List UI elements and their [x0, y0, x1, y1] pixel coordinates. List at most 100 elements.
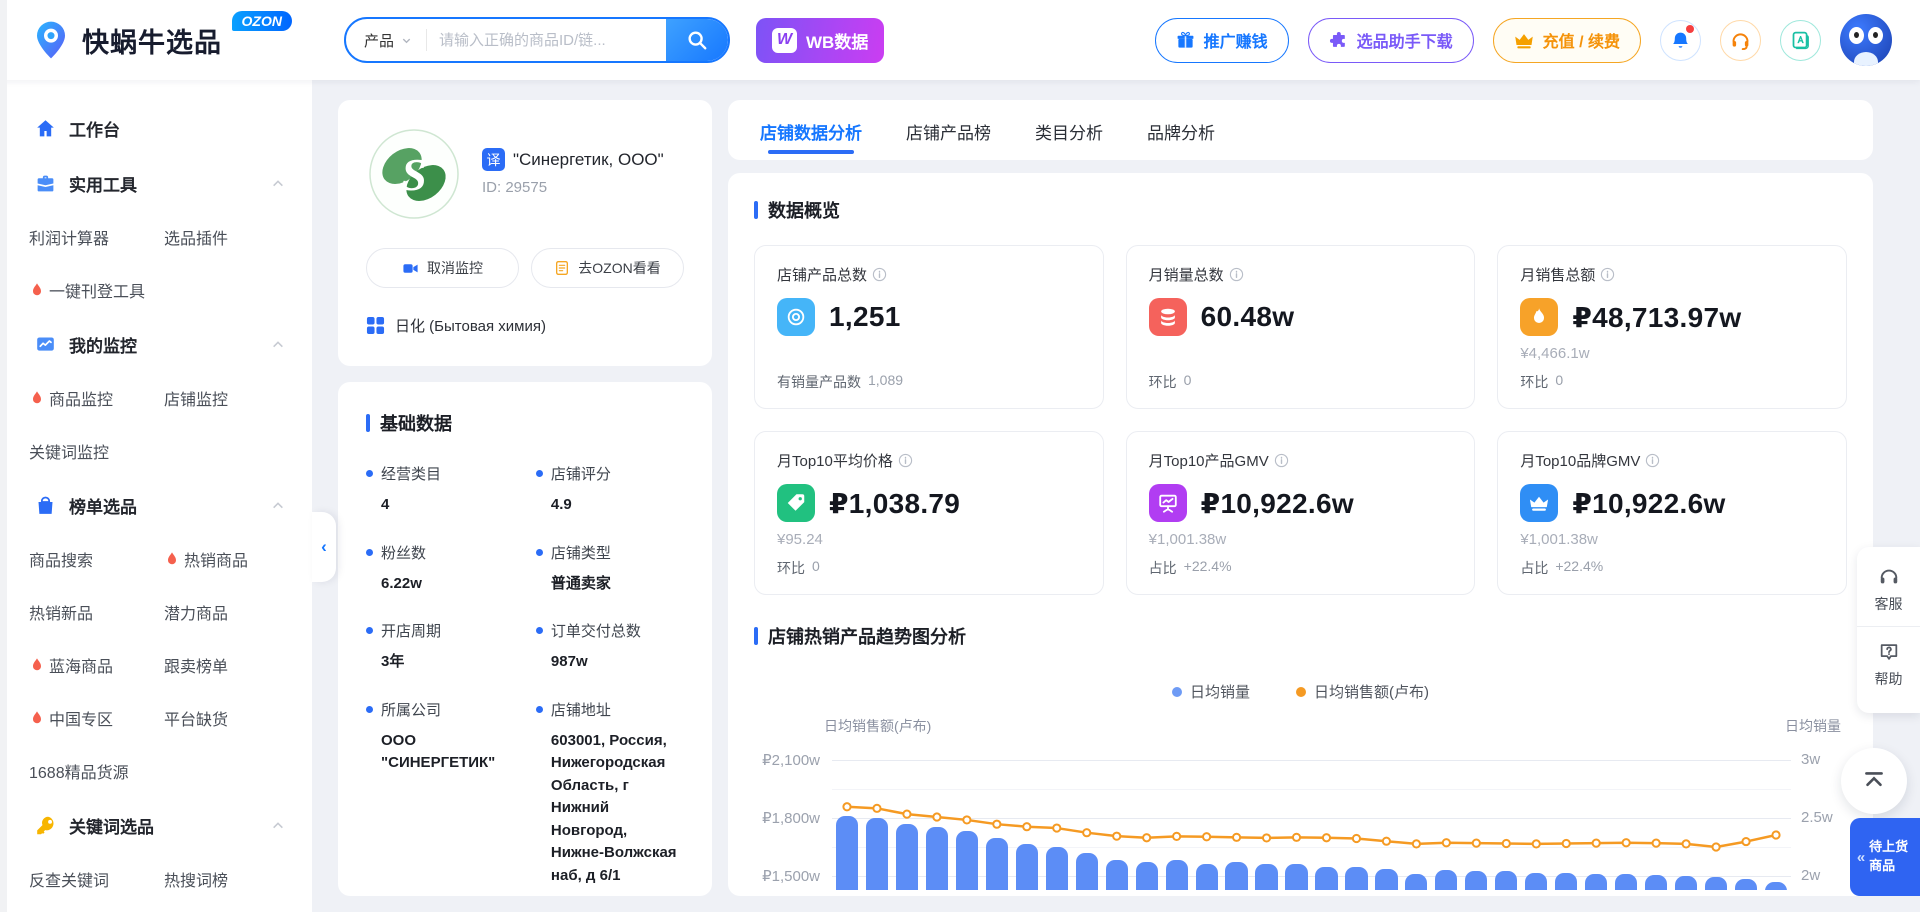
tab-brand-analysis[interactable]: 品牌分析	[1145, 119, 1217, 160]
chevron-up-icon[interactable]	[270, 176, 286, 192]
translate-dictionary-button[interactable]	[1780, 20, 1821, 61]
store-id: ID: 29575	[482, 179, 664, 196]
sidebar-item[interactable]: 关键词监控	[29, 439, 164, 463]
headset-icon	[1730, 30, 1751, 51]
customer-service-button[interactable]	[1720, 20, 1761, 61]
recharge-button[interactable]: 充值 / 续费	[1493, 18, 1641, 63]
legend-dot-icon	[1296, 687, 1306, 697]
target-icon	[777, 298, 815, 336]
basic-item-value: 3年	[381, 651, 526, 674]
sidebar-item[interactable]: 商品监控	[29, 386, 164, 410]
sidebar-item[interactable]: 跟卖榜单	[164, 653, 286, 677]
chevron-up-icon[interactable]	[270, 818, 286, 834]
stat-label: 店铺产品总数	[777, 264, 867, 285]
store-info-column: S 译 "Синергетик, ООО" ID: 29575 取消监控	[338, 100, 712, 896]
sidebar-item[interactable]: 潜力商品	[164, 600, 286, 624]
chevron-down-icon	[401, 35, 412, 46]
search-button[interactable]	[666, 17, 728, 63]
sidebar-items-group: 商品搜索 热销商品 热销新品 潜力商品 蓝海商品 跟卖榜单 中国专区 平台缺货 …	[29, 547, 286, 783]
notification-bell-button[interactable]	[1660, 20, 1701, 61]
axis-labels-row: 日均销售额(卢布) 日均销量	[824, 716, 1841, 736]
basic-item-label: 经营类目	[381, 463, 441, 484]
chevron-up-icon[interactable]	[270, 498, 286, 514]
section-accent-bar	[366, 414, 370, 432]
back-to-top-button[interactable]	[1841, 748, 1907, 814]
sidebar-item[interactable]: 利润计算器	[29, 225, 164, 249]
basic-data-card: 基础数据 经营类目4 店铺评分4.9 粉丝数6.22w 店铺类型普通卖家 开店周…	[338, 382, 712, 896]
search-input[interactable]	[427, 32, 666, 49]
goto-ozon-button[interactable]: 去OZON看看	[531, 248, 684, 288]
sidebar-item[interactable]: 商品搜索	[29, 547, 164, 571]
avatar-eye	[1849, 27, 1864, 44]
sidebar-item[interactable]: 选品插件	[164, 225, 286, 249]
sidebar-item[interactable]: 一键刊登工具	[29, 278, 164, 302]
translate-book-icon	[1790, 30, 1811, 51]
legend-daily-sales-volume[interactable]: 日均销量	[1172, 681, 1250, 702]
basic-item: 店铺地址603001, Россия, Нижегородская Област…	[536, 699, 684, 888]
chevron-up-icon[interactable]	[270, 337, 286, 353]
stat-footer-label: 环比	[1149, 372, 1177, 392]
assistant-download-button[interactable]: 选品助手下载	[1308, 18, 1474, 63]
sidebar-item[interactable]: 店铺监控	[164, 386, 286, 410]
cancel-monitor-button[interactable]: 取消监控	[366, 248, 519, 288]
info-icon[interactable]	[1645, 453, 1660, 468]
sidebar-section-rankings[interactable]: 榜单选品	[35, 493, 286, 518]
coins-icon	[1149, 298, 1187, 336]
tab-store-data-analysis[interactable]: 店铺数据分析	[758, 119, 864, 160]
sidebar-item[interactable]: 热销商品	[164, 547, 286, 571]
sidebar-item[interactable]: 平台缺货	[164, 706, 286, 730]
stat-value: ₽1,038.79	[829, 487, 960, 520]
translate-badge-icon[interactable]: 译	[482, 148, 505, 171]
hot-icon	[29, 282, 45, 298]
sidebar-section-monitor[interactable]: 我的监控	[35, 332, 286, 357]
stat-value: ₽10,922.6w	[1572, 487, 1725, 520]
help-button[interactable]: 帮助	[1857, 626, 1920, 701]
store-category: 日化 (Бытовая химия)	[395, 315, 546, 336]
stat-sub-value: ¥1,001.38w	[1520, 531, 1824, 548]
goto-ozon-label: 去OZON看看	[578, 258, 660, 278]
axis-tick: 3w	[1801, 751, 1847, 768]
info-icon[interactable]	[1229, 267, 1244, 282]
legend-daily-sales-amount[interactable]: 日均销售额(卢布)	[1296, 681, 1429, 702]
store-category-row: 日化 (Бытовая химия)	[366, 315, 684, 336]
trend-chart-plot[interactable]	[832, 742, 1791, 890]
price-tag-icon	[777, 484, 815, 522]
basic-item: 开店周期 3年	[366, 620, 526, 674]
sidebar-item-label: 潜力商品	[164, 600, 228, 624]
document-icon	[554, 260, 570, 276]
info-icon[interactable]	[872, 267, 887, 282]
info-icon[interactable]	[1600, 267, 1615, 282]
tab-category-analysis[interactable]: 类目分析	[1033, 119, 1105, 160]
header-actions: 推广赚钱 选品助手下载 充值 / 续费	[1155, 14, 1892, 66]
sidebar-item[interactable]: 中国专区	[29, 706, 164, 730]
promo-earn-button[interactable]: 推广赚钱	[1155, 18, 1289, 63]
overview-stat-grid: 店铺产品总数 1,251 有销量产品数1,089 月销量总数 60.48w 环比…	[754, 245, 1847, 595]
basic-item-label: 开店周期	[381, 620, 441, 641]
wb-data-button[interactable]: W WB数据	[756, 18, 884, 63]
axis-tick: 2.5w	[1801, 809, 1847, 826]
stat-label: 月销量总数	[1149, 264, 1224, 285]
search-category-select[interactable]: 产品	[346, 30, 426, 51]
sidebar-item[interactable]: 1688精品货源	[29, 759, 164, 783]
info-icon[interactable]	[1274, 453, 1289, 468]
axis-tick: ₽2,100w	[754, 751, 820, 769]
flame-icon	[1520, 298, 1558, 336]
basic-item-label: 订单交付总数	[551, 620, 641, 641]
info-icon[interactable]	[898, 453, 913, 468]
pending-products-button[interactable]: « 待上货商品	[1850, 818, 1920, 896]
question-bubble-icon	[1878, 641, 1900, 663]
sidebar-item-workbench[interactable]: 工作台	[35, 116, 286, 141]
sidebar-collapse-handle[interactable]: ‹	[312, 512, 336, 582]
sidebar-section-keywords[interactable]: 关键词选品	[35, 813, 286, 838]
stat-value: ₽10,922.6w	[1201, 487, 1354, 520]
sidebar-item[interactable]: 反查关键词	[29, 867, 164, 891]
sidebar-section-tools[interactable]: 实用工具	[35, 171, 286, 196]
user-avatar[interactable]	[1840, 14, 1892, 66]
crown-icon	[1514, 30, 1534, 50]
service-button[interactable]: 客服	[1857, 562, 1920, 626]
app-logo[interactable]: 快蜗牛选品 OZON	[30, 19, 292, 61]
sidebar-item[interactable]: 热搜词榜	[164, 867, 286, 891]
sidebar-item[interactable]: 蓝海商品	[29, 653, 164, 677]
tab-store-product-rank[interactable]: 店铺产品榜	[904, 119, 993, 160]
sidebar-item[interactable]: 热销新品	[29, 600, 164, 624]
